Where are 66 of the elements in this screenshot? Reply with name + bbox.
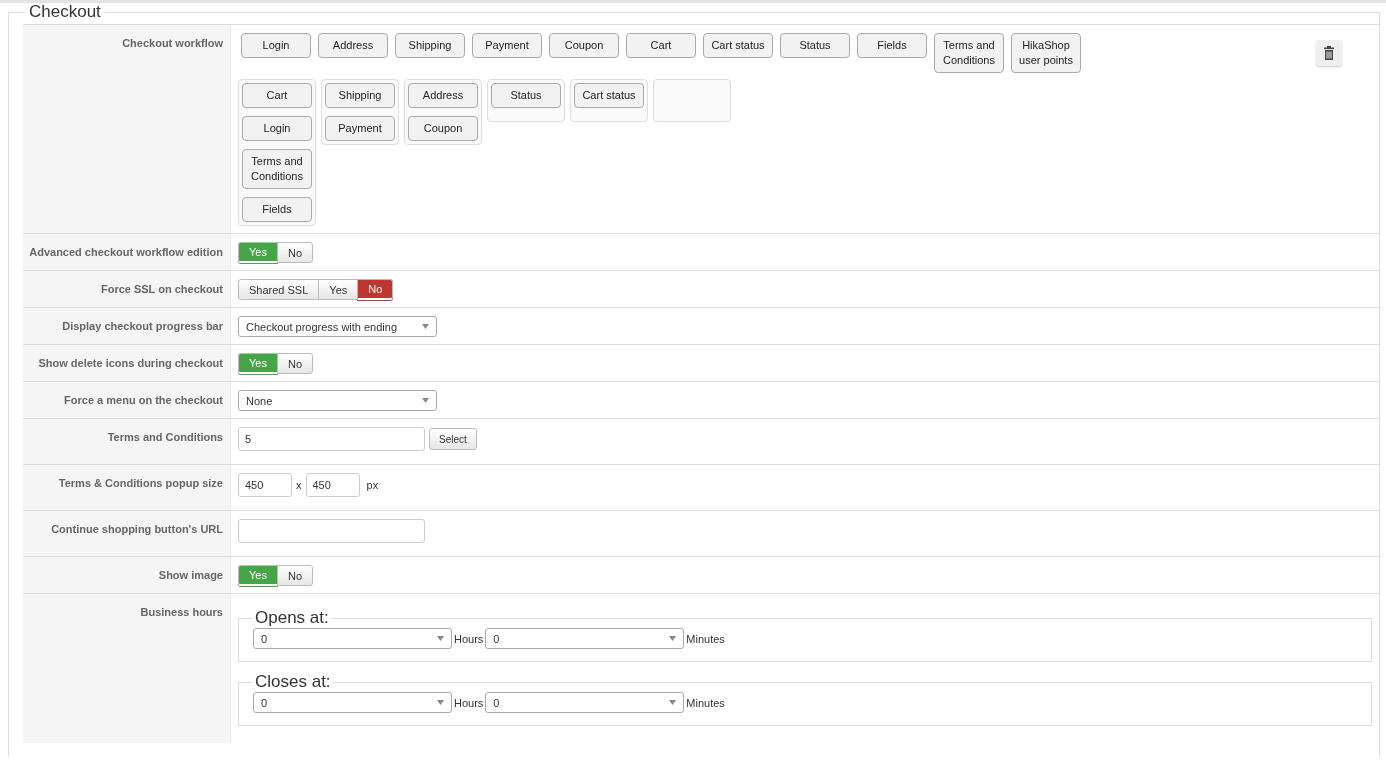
minutes-label: Minutes [686, 632, 725, 645]
workflow-step[interactable]: Cart [242, 83, 312, 108]
caret-icon [669, 636, 677, 641]
workflow-step[interactable]: Shipping [395, 33, 465, 58]
workflow-step[interactable]: Cart status [703, 33, 773, 58]
minutes-select[interactable]: 0 [485, 628, 685, 649]
url-field[interactable] [238, 519, 425, 543]
toggle-option[interactable]: No [276, 565, 313, 586]
workflow-step[interactable]: Coupon [549, 33, 619, 58]
workflow-step[interactable]: Address [318, 33, 388, 58]
workflow-step[interactable]: Coupon [408, 116, 478, 141]
workflow-step[interactable]: Payment [325, 116, 395, 141]
field-label: Checkout workflow [122, 37, 223, 49]
width-field[interactable]: 450 [238, 473, 292, 497]
select-button[interactable]: Select [429, 428, 477, 450]
workflow-step[interactable]: Fields [857, 33, 927, 58]
workflow-step[interactable]: Address [408, 83, 478, 108]
field-label: Business hours [140, 606, 223, 618]
hours-select[interactable]: 0 [253, 692, 452, 713]
workflow-step[interactable]: Payment [472, 33, 542, 58]
field-label: Terms & Conditions popup size [58, 477, 223, 489]
caret-icon [422, 324, 429, 329]
select-field[interactable]: Checkout progress with ending [238, 316, 437, 337]
caret-icon [422, 398, 429, 403]
toggle-option[interactable]: No [276, 353, 313, 374]
toggle-option[interactable]: Yes [318, 279, 359, 300]
hours-select[interactable]: 0 [253, 628, 452, 649]
workflow-step[interactable]: HikaShop user points [1011, 33, 1081, 73]
field-label: Terms and Conditions [107, 431, 223, 443]
toggle-option[interactable]: No [357, 279, 394, 300]
field-label: Show delete icons during checkout [38, 357, 223, 369]
unit-text: px [365, 479, 379, 491]
trash-icon [1324, 46, 1334, 60]
field-label: Show image [158, 569, 223, 581]
hours-label: Hours [454, 632, 484, 645]
trash-button[interactable] [1316, 40, 1342, 66]
field-label: Force SSL on checkout [100, 283, 223, 295]
caret-icon [437, 636, 444, 641]
separator-text: x [296, 479, 302, 491]
select-field[interactable]: None [238, 390, 437, 411]
field-label: Advanced checkout workflow edition [29, 246, 223, 258]
field-label: Force a menu on the checkout [64, 394, 223, 406]
workflow-step[interactable]: Fields [242, 197, 312, 222]
height-field[interactable]: 450 [305, 473, 360, 497]
caret-icon [669, 700, 677, 705]
workflow-step[interactable]: Terms and Conditions [242, 149, 312, 189]
toggle-option[interactable]: Shared SSL [238, 279, 320, 300]
minutes-label: Minutes [686, 696, 725, 709]
workflow-step[interactable]: Status [491, 83, 561, 108]
workflow-step[interactable]: Shipping [325, 83, 395, 108]
field-label: Continue shopping button's URL [51, 523, 223, 535]
section-title: Checkout [28, 3, 102, 21]
group-title: Opens at: [254, 608, 330, 628]
field-label: Display checkout progress bar [62, 320, 223, 332]
input-field[interactable]: 5 [238, 427, 425, 451]
hours-label: Hours [454, 696, 484, 709]
workflow-step[interactable]: Login [242, 116, 312, 141]
workflow-step[interactable]: Cart [626, 33, 696, 58]
workflow-step[interactable]: Login [241, 33, 311, 58]
workflow-step[interactable]: Status [780, 33, 850, 58]
group-title: Closes at: [254, 672, 332, 692]
minutes-select[interactable]: 0 [485, 692, 685, 713]
workflow-step[interactable]: Terms and Conditions [934, 33, 1004, 73]
toggle-option[interactable]: No [276, 242, 313, 263]
caret-icon [437, 700, 444, 705]
workflow-step[interactable]: Cart status [574, 83, 644, 108]
